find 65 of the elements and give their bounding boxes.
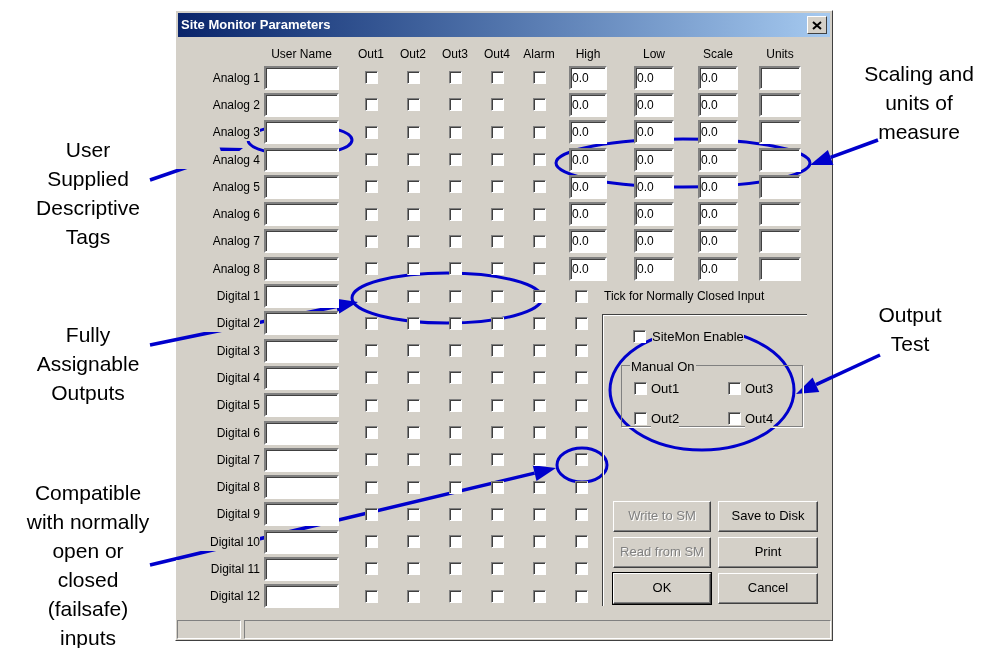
input-field[interactable]: 0.0 <box>569 92 607 117</box>
callout-text: Scaling and units of measure <box>863 61 975 145</box>
close-icon <box>812 20 822 30</box>
input-field[interactable]: 0.0 <box>634 65 674 90</box>
dialog-button[interactable]: Print <box>718 536 818 568</box>
close-button[interactable] <box>807 16 827 34</box>
input-field[interactable] <box>264 584 339 609</box>
input-field[interactable] <box>264 202 339 227</box>
input-field[interactable] <box>264 502 339 527</box>
input-field[interactable]: 0.0 <box>698 256 738 281</box>
input-field[interactable] <box>264 393 339 418</box>
input-field[interactable] <box>264 284 339 308</box>
input-field[interactable]: 0.0 <box>634 92 674 117</box>
input-field[interactable]: 0.0 <box>634 256 674 281</box>
input-field[interactable] <box>759 120 801 145</box>
window-title: Site Monitor Parameters <box>181 16 331 35</box>
input-field[interactable] <box>264 365 339 390</box>
input-field[interactable] <box>264 92 339 117</box>
input-field[interactable] <box>264 229 339 254</box>
input-field[interactable]: 0.0 <box>634 229 674 254</box>
input-field[interactable] <box>759 147 801 172</box>
callout-arrow <box>810 138 879 165</box>
input-field[interactable] <box>264 447 339 472</box>
input-field[interactable]: 0.0 <box>698 229 738 254</box>
input-field[interactable] <box>264 120 339 145</box>
input-field[interactable] <box>759 202 801 227</box>
input-field[interactable] <box>759 256 801 281</box>
input-field[interactable]: 0.0 <box>698 92 738 117</box>
input-field[interactable] <box>759 92 801 117</box>
input-field[interactable] <box>264 65 339 90</box>
input-field[interactable]: 0.0 <box>698 202 738 227</box>
dialog-button[interactable]: Save to Disk <box>718 500 818 532</box>
input-field[interactable]: 0.0 <box>569 202 607 227</box>
input-field[interactable] <box>264 256 339 281</box>
dialog-button[interactable]: OK <box>613 572 711 604</box>
input-field[interactable] <box>264 311 339 336</box>
input-field[interactable]: 0.0 <box>634 174 674 199</box>
input-field[interactable]: 0.0 <box>569 256 607 281</box>
input-field[interactable]: 0.0 <box>569 65 607 90</box>
dialog-button[interactable]: Cancel <box>718 572 818 604</box>
input-field[interactable] <box>264 147 339 172</box>
input-field[interactable] <box>264 475 339 500</box>
input-field[interactable]: 0.0 <box>634 202 674 227</box>
input-field[interactable]: 0.0 <box>569 174 607 199</box>
input-field[interactable]: 0.0 <box>569 120 607 145</box>
input-field[interactable]: 0.0 <box>569 147 607 172</box>
callout-text: User Supplied Descriptive Tags <box>35 137 141 250</box>
input-field[interactable]: 0.0 <box>569 229 607 254</box>
input-field[interactable]: 0.0 <box>698 120 738 145</box>
input-field[interactable] <box>264 420 339 445</box>
callout-text: Fully Assignable Outputs <box>35 322 141 406</box>
input-field[interactable] <box>264 529 339 554</box>
input-field[interactable] <box>264 174 339 199</box>
input-field[interactable] <box>264 557 339 581</box>
input-field[interactable] <box>759 229 801 254</box>
callout-text: Output Test <box>877 302 943 357</box>
input-field[interactable]: 0.0 <box>698 147 738 172</box>
input-field[interactable]: 0.0 <box>698 174 738 199</box>
input-field[interactable] <box>759 174 801 199</box>
input-field[interactable] <box>759 65 801 90</box>
status-bar-pane <box>177 620 241 639</box>
input-field[interactable]: 0.0 <box>634 147 674 172</box>
input-field[interactable]: 0.0 <box>634 120 674 145</box>
input-field[interactable] <box>264 338 339 363</box>
input-field[interactable]: 0.0 <box>698 65 738 90</box>
